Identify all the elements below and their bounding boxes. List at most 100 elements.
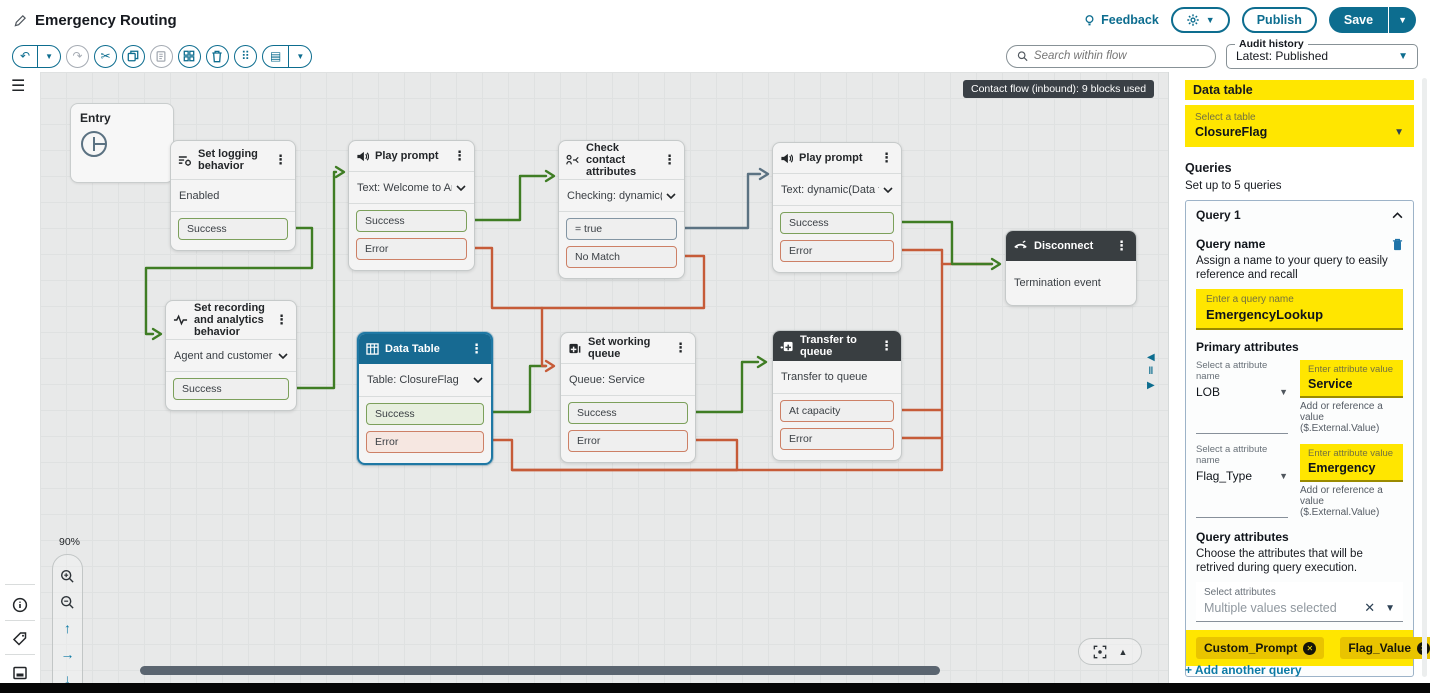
port-no-match[interactable]: No Match xyxy=(566,246,677,268)
block-set-recording-behavior[interactable]: Set recording and analytics behavior⋮Age… xyxy=(165,300,297,411)
zoom-in-icon[interactable] xyxy=(60,569,75,584)
attribute-chip[interactable]: Flag_Value✕ xyxy=(1340,637,1430,659)
drag-handle-button[interactable]: ⠿ xyxy=(234,45,257,68)
block-transfer-to-queue[interactable]: Transfer to queue⋮Transfer to queueAt ca… xyxy=(772,330,902,461)
select-attributes-dropdown[interactable]: Select attributes Multiple values select… xyxy=(1196,582,1403,622)
query-1-expander[interactable]: Query 1 xyxy=(1186,201,1413,229)
entry-block[interactable]: Entry xyxy=(70,103,174,183)
notes-button[interactable]: ▤▼ xyxy=(262,45,312,68)
undo-button[interactable]: ↶▼ xyxy=(12,45,61,68)
kebab-menu-icon[interactable]: ⋮ xyxy=(879,152,894,164)
copy-button[interactable] xyxy=(122,45,145,68)
pan-right-icon[interactable]: → xyxy=(61,647,75,661)
port-success[interactable]: Success xyxy=(366,403,484,425)
kebab-menu-icon[interactable]: ⋮ xyxy=(273,154,288,166)
info-icon[interactable] xyxy=(11,596,29,614)
redo-button[interactable]: ↷ xyxy=(66,45,89,68)
feedback-button[interactable]: Feedback xyxy=(1083,13,1159,27)
chevron-down-icon[interactable] xyxy=(278,353,288,359)
attribute-name-select[interactable]: Select a attribute nameFlag_Type▼ xyxy=(1196,444,1288,518)
zoom-out-icon[interactable] xyxy=(60,595,75,610)
query-attributes-description: Choose the attributes that will be retri… xyxy=(1196,547,1403,575)
publish-button[interactable]: Publish xyxy=(1242,7,1317,33)
block-disconnect[interactable]: Disconnect⋮Termination event xyxy=(1005,230,1137,306)
paste-button[interactable] xyxy=(150,45,173,68)
attribute-chip[interactable]: Custom_Prompt✕ xyxy=(1196,637,1324,659)
bottom-panel-icon[interactable] xyxy=(11,664,29,682)
block-play-prompt-2[interactable]: Play prompt⋮Text: dynamic(Data table...S… xyxy=(772,142,902,273)
search-input[interactable] xyxy=(1034,50,1205,62)
port-success[interactable]: Success xyxy=(568,402,688,424)
kebab-menu-icon[interactable]: ⋮ xyxy=(879,340,894,352)
delete-query-icon[interactable] xyxy=(1392,238,1403,251)
audit-history-dropdown[interactable]: Audit history Latest: Published ▼ xyxy=(1226,44,1418,69)
notes-icon[interactable]: ▤ xyxy=(263,46,288,67)
fit-to-screen-icon[interactable] xyxy=(1093,645,1107,659)
port-error[interactable]: Error xyxy=(568,430,688,452)
chevron-down-icon[interactable] xyxy=(473,377,483,383)
port-at-capacity[interactable]: At capacity xyxy=(780,400,894,422)
remove-chip-icon[interactable]: ✕ xyxy=(1303,642,1316,655)
chevron-down-icon[interactable] xyxy=(456,185,466,191)
splitter-handle-icon[interactable]: ‖ xyxy=(1148,366,1153,377)
kebab-menu-icon[interactable]: ⋮ xyxy=(673,342,688,354)
clear-selection-icon[interactable]: ✕ xyxy=(1364,600,1375,616)
block-title: Play prompt xyxy=(375,150,446,162)
port-success[interactable]: Success xyxy=(178,218,288,240)
table-select-value: ClosureFlag xyxy=(1195,125,1267,139)
port-error[interactable]: Error xyxy=(356,238,467,260)
chevron-down-icon[interactable]: ▼ xyxy=(37,46,60,67)
transfer-icon xyxy=(780,340,794,353)
settings-button[interactable]: ▼ xyxy=(1171,7,1230,33)
port-success[interactable]: Success xyxy=(173,378,289,400)
port-error[interactable]: Error xyxy=(780,428,894,450)
save-options-caret[interactable]: ▼ xyxy=(1389,7,1416,33)
collapse-right-icon[interactable]: ▶ xyxy=(1147,380,1155,391)
chevron-down-icon[interactable] xyxy=(666,193,676,199)
cut-button[interactable]: ✂ xyxy=(94,45,117,68)
collapse-up-icon[interactable]: ▲ xyxy=(1119,647,1128,657)
kebab-menu-icon[interactable]: ⋮ xyxy=(274,314,289,326)
panel-scrollbar[interactable] xyxy=(1422,78,1427,677)
canvas-horizontal-scrollbar[interactable] xyxy=(140,666,940,675)
flow-search[interactable] xyxy=(1006,45,1216,68)
table-select[interactable]: Select a table ClosureFlag ▼ xyxy=(1185,105,1414,147)
chevron-up-icon[interactable] xyxy=(1392,212,1403,219)
port-error[interactable]: Error xyxy=(780,240,894,262)
menu-icon[interactable]: ☰ xyxy=(11,79,25,95)
chevron-down-icon[interactable]: ▼ xyxy=(288,46,311,67)
port-success[interactable]: Success xyxy=(356,210,467,232)
flow-canvas[interactable]: Contact flow (inbound): 9 blocks used En… xyxy=(40,72,1168,683)
kebab-menu-icon[interactable]: ⋮ xyxy=(662,154,677,166)
chevron-down-icon[interactable] xyxy=(883,187,893,193)
block-data-table[interactable]: Data Table⋮Table: ClosureFlagSuccessErro… xyxy=(357,332,493,465)
port-success[interactable]: Success xyxy=(780,212,894,234)
chevron-down-icon: ▼ xyxy=(1398,51,1408,62)
edit-title-icon[interactable] xyxy=(14,14,27,27)
search-icon xyxy=(1017,50,1028,62)
undo-icon[interactable]: ↶ xyxy=(13,46,37,67)
tags-icon[interactable] xyxy=(11,630,29,648)
pan-up-icon[interactable]: ↑ xyxy=(64,621,71,635)
kebab-menu-icon[interactable]: ⋮ xyxy=(1114,240,1129,252)
kebab-menu-icon[interactable]: ⋮ xyxy=(469,343,484,355)
add-another-query-link[interactable]: + Add another query xyxy=(1185,663,1302,677)
port--true[interactable]: = true xyxy=(566,218,677,240)
query-name-input-value: EmergencyLookup xyxy=(1206,307,1393,322)
pan-down-icon[interactable]: ↓ xyxy=(64,672,71,683)
collapse-left-icon[interactable]: ◀ xyxy=(1147,352,1155,363)
query-name-input[interactable]: Enter a query name EmergencyLookup xyxy=(1196,289,1403,330)
chevron-down-icon[interactable]: ▼ xyxy=(1385,603,1395,614)
arrange-button[interactable] xyxy=(178,45,201,68)
attribute-value-input[interactable]: Enter attribute valueEmergency xyxy=(1300,444,1403,482)
kebab-menu-icon[interactable]: ⋮ xyxy=(452,150,467,162)
save-button[interactable]: Save xyxy=(1329,7,1389,33)
block-set-working-queue[interactable]: Set working queue⋮Queue: ServiceSuccessE… xyxy=(560,332,696,463)
block-play-prompt-1[interactable]: Play prompt⋮Text: Welcome to Any C...Suc… xyxy=(348,140,475,271)
block-set-logging-behavior[interactable]: Set logging behavior⋮EnabledSuccess xyxy=(170,140,296,251)
attribute-value-input[interactable]: Enter attribute valueService xyxy=(1300,360,1403,398)
attribute-name-select[interactable]: Select a attribute nameLOB▼ xyxy=(1196,360,1288,434)
delete-button[interactable] xyxy=(206,45,229,68)
port-error[interactable]: Error xyxy=(366,431,484,453)
block-check-contact-attributes[interactable]: Check contact attributes⋮Checking: dynam… xyxy=(558,140,685,279)
